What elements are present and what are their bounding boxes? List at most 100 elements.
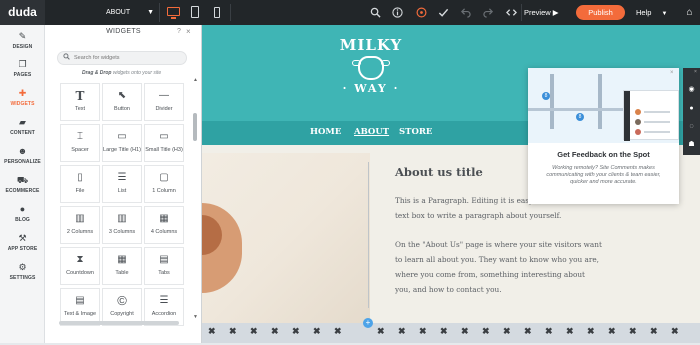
help-menu[interactable]: Help ▼ xyxy=(636,4,667,23)
feedback-icon[interactable] xyxy=(410,0,432,25)
widget-4-columns[interactable]: ▦ 4 Columns xyxy=(144,206,184,244)
about-paragraph-line[interactable]: On the "About Us" page is where your sit… xyxy=(395,240,602,249)
nav-item-widgets[interactable]: ✚ WIDGETS xyxy=(0,87,45,115)
tablet-icon[interactable] xyxy=(184,0,206,25)
site-nav-about[interactable]: ABOUT xyxy=(354,127,389,137)
x-pattern-icon: ✖ xyxy=(524,326,532,336)
widget-label: Accordion xyxy=(151,311,177,317)
about-paragraph-line[interactable]: where you come from, something interesti… xyxy=(395,270,585,279)
x-pattern-icon: ✖ xyxy=(629,326,637,336)
about-title[interactable]: About us title xyxy=(395,165,483,179)
chevron-down-icon: ▼ xyxy=(147,9,154,16)
plus-icon: ✚ xyxy=(18,88,27,98)
widget-search[interactable] xyxy=(57,51,187,65)
widget-1-column[interactable]: ▢ 1 Column xyxy=(144,165,184,203)
widget-label: Large Title (H1) xyxy=(103,147,141,153)
close-icon[interactable]: × xyxy=(694,69,697,75)
redo-icon[interactable] xyxy=(477,0,499,25)
x-pattern-icon: ✖ xyxy=(503,326,511,336)
widget-table[interactable]: ▦ Table xyxy=(102,247,142,285)
about-paragraph-line[interactable]: to learn all about you. They want to kno… xyxy=(395,255,599,264)
nav-item-app-store[interactable]: ⚒ APP STORE xyxy=(0,232,45,260)
widget-search-input[interactable] xyxy=(74,53,182,63)
site-nav-home[interactable]: HOME xyxy=(310,127,341,137)
widget-label: Countdown xyxy=(66,270,94,276)
undo-icon[interactable] xyxy=(454,0,476,25)
widget-label: 4 Columns xyxy=(150,229,178,235)
close-icon[interactable]: × xyxy=(186,27,191,36)
widget-divider[interactable]: — Divider xyxy=(144,83,184,121)
site-logo[interactable]: MILKY · WAY · xyxy=(333,36,409,114)
check-icon[interactable] xyxy=(432,0,454,25)
widget-large-title[interactable]: ▭ Large Title (H1) xyxy=(102,124,142,162)
widget-list[interactable]: ☰ List xyxy=(102,165,142,203)
home-icon[interactable]: ⌂ xyxy=(679,0,700,25)
x-pattern-icon: ✖ xyxy=(566,326,574,336)
x-pattern-icon: ✖ xyxy=(271,326,279,336)
x-pattern-icon: ✖ xyxy=(419,326,427,336)
chevron-down-icon: ▼ xyxy=(661,11,668,17)
x-pattern-icon: ✖ xyxy=(250,326,258,336)
widget-text[interactable]: T Text xyxy=(60,83,100,121)
add-section-icon[interactable]: + xyxy=(363,318,373,328)
about-paragraph-line[interactable]: you, and how to contact you. xyxy=(395,285,502,294)
widget-2-columns[interactable]: ▥ 2 Columns xyxy=(60,206,100,244)
widget-3-columns[interactable]: ▥ 3 Columns xyxy=(102,206,142,244)
placeholder-line xyxy=(644,131,670,133)
users-icon[interactable]: ☗ xyxy=(683,136,700,153)
x-pattern-icon: ✖ xyxy=(377,326,385,336)
scroll-up-arrow[interactable]: ▲ xyxy=(193,77,198,83)
widget-label: Tabs xyxy=(158,270,170,276)
scroll-down-arrow[interactable]: ▼ xyxy=(193,314,198,320)
help-icon[interactable]: ? xyxy=(177,28,181,35)
nav-item-design[interactable]: ✎ DESIGN xyxy=(0,30,45,58)
code-icon[interactable] xyxy=(500,0,522,25)
widget-tabs[interactable]: ▤ Tabs xyxy=(144,247,184,285)
widget-spacer[interactable]: ⌶ Spacer xyxy=(60,124,100,162)
info-icon[interactable] xyxy=(386,0,408,25)
folder-icon: ▰ xyxy=(19,117,26,127)
widget-button[interactable]: ⬉ Button xyxy=(102,83,142,121)
preview-button[interactable]: Preview ▶ xyxy=(524,4,559,21)
comment-bubble-icon[interactable]: ● xyxy=(683,100,700,117)
eye-off-icon[interactable]: ◌ xyxy=(683,118,700,135)
x-pattern-icon: ✖ xyxy=(671,326,679,336)
nav-item-content[interactable]: ▰ CONTENT xyxy=(0,116,45,144)
mobile-icon[interactable] xyxy=(206,0,228,25)
drag-hint-text: widgets onto your site xyxy=(111,70,162,76)
x-pattern-icon: ✖ xyxy=(229,326,237,336)
site-nav-store[interactable]: STORE xyxy=(399,127,432,137)
accordion-icon: ☰ xyxy=(159,295,169,306)
cow-icon xyxy=(352,56,390,80)
pencil-icon: ✎ xyxy=(18,31,27,41)
about-paragraph-line[interactable]: text box to write a paragraph about your… xyxy=(395,211,561,220)
feedback-popup: 8 8 × Get Feedback on the Spot Working r… xyxy=(528,68,679,204)
nav-item-ecommerce[interactable]: ⛟ ECOMMERCE xyxy=(0,174,45,202)
publish-button[interactable]: Publish xyxy=(576,5,625,20)
widget-countdown[interactable]: ⧗ Countdown xyxy=(60,247,100,285)
widget-label: 2 Columns xyxy=(66,229,94,235)
duda-logo[interactable]: duda xyxy=(0,0,45,25)
nav-item-pages[interactable]: ❐ PAGES xyxy=(0,58,45,86)
search-icon[interactable] xyxy=(364,0,386,25)
about-paragraph-line[interactable]: This is a Paragraph. Editing it is easy.… xyxy=(395,196,540,205)
comment-search-icon[interactable]: ◉ xyxy=(683,81,700,98)
widget-label: 3 Columns xyxy=(108,229,136,235)
drag-hint: Drag & Drop widgets onto your site xyxy=(82,70,161,76)
bridge-tower-shape xyxy=(550,74,554,129)
x-pattern-icon: ✖ xyxy=(334,326,342,336)
widget-small-title[interactable]: ▭ Small Title (H3) xyxy=(144,124,184,162)
vertical-scrollbar[interactable] xyxy=(193,113,197,141)
avatar xyxy=(635,119,641,125)
close-icon[interactable]: × xyxy=(670,70,674,76)
page-selector[interactable]: ABOUT ▼ xyxy=(100,3,160,22)
nav-item-settings[interactable]: ⚙ SETTINGS xyxy=(0,261,45,289)
widget-file[interactable]: ▯ File xyxy=(60,165,100,203)
nav-item-blog[interactable]: ● BLOG xyxy=(0,203,45,231)
spacer-icon: ⌶ xyxy=(77,131,83,142)
nav-item-personalize[interactable]: ☻ PERSONALIZE xyxy=(0,145,45,173)
tabs-icon: ▤ xyxy=(159,254,169,265)
desktop-icon[interactable] xyxy=(162,0,184,25)
horizontal-scrollbar[interactable] xyxy=(59,321,179,325)
about-image[interactable] xyxy=(202,153,370,333)
